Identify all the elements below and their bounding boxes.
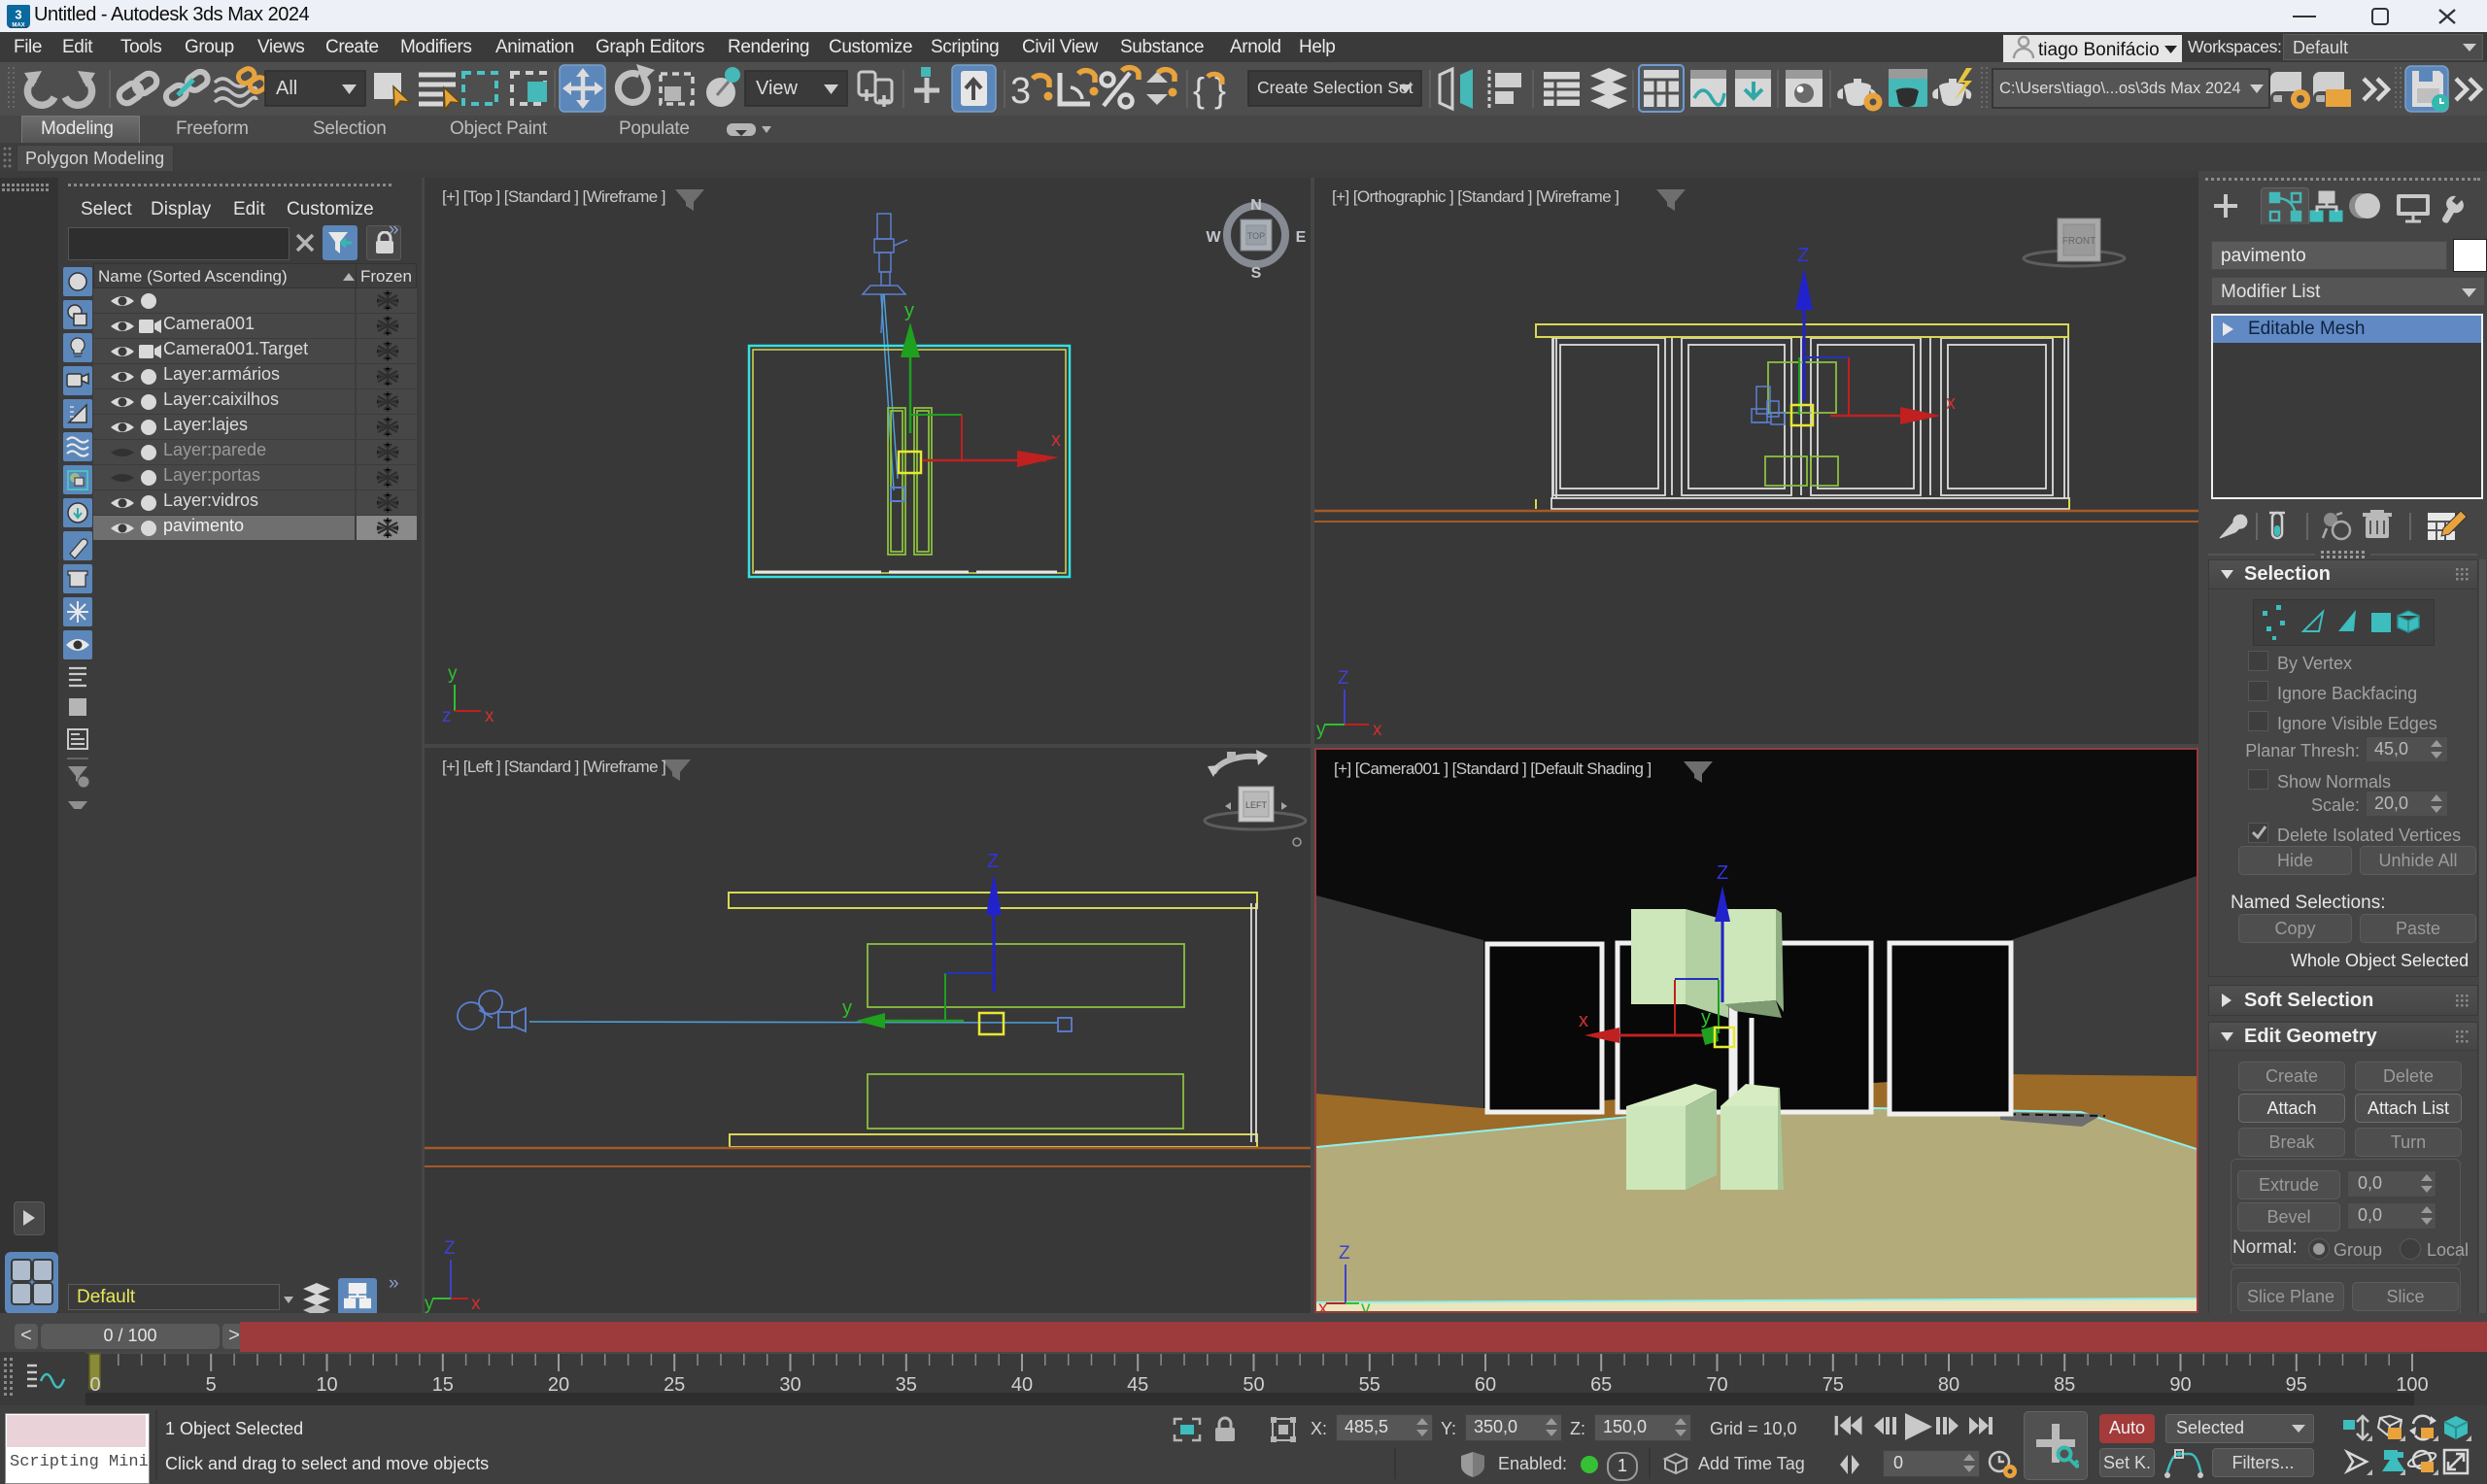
svg-text:N: N — [1250, 197, 1262, 214]
svg-text:x: x — [471, 1294, 481, 1313]
svg-text:x: x — [1051, 429, 1061, 451]
svg-text:C:\Users\tiago\...os\3ds Max 2: C:\Users\tiago\...os\3ds Max 2024 — [1999, 80, 2241, 97]
svg-text:y: y — [448, 663, 458, 684]
svg-text:y: y — [1361, 1298, 1371, 1311]
svg-text:x: x — [1318, 1298, 1328, 1311]
svg-text:Create Selection Set: Create Selection Set — [1257, 78, 1414, 97]
svg-text:Z: Z — [1339, 1243, 1350, 1264]
svg-text:x: x — [1579, 1010, 1588, 1031]
svg-text:x: x — [1946, 392, 1956, 414]
svg-text:Z: Z — [444, 1238, 456, 1259]
svg-text:y: y — [904, 300, 914, 321]
svg-text:y: y — [425, 1294, 434, 1313]
svg-text:Z: Z — [1797, 245, 1809, 266]
svg-text:{: { — [1193, 70, 1205, 110]
svg-text:y: y — [1316, 720, 1326, 740]
svg-text:All: All — [276, 78, 297, 99]
svg-text:View: View — [756, 78, 799, 99]
svg-text:x: x — [485, 706, 494, 726]
svg-text:Z: Z — [1338, 668, 1349, 689]
svg-text:y: y — [842, 997, 852, 1019]
svg-text:x: x — [1373, 720, 1382, 740]
svg-text:3: 3 — [15, 8, 21, 22]
svg-text:LEFT: LEFT — [1245, 800, 1268, 810]
svg-text:FRONT: FRONT — [2062, 236, 2095, 247]
svg-text:TOP: TOP — [1247, 231, 1265, 241]
svg-text:Z: Z — [987, 851, 999, 872]
svg-text:MAX: MAX — [12, 22, 24, 28]
svg-text:W: W — [1206, 229, 1221, 246]
svg-text:3: 3 — [1010, 71, 1031, 112]
svg-text:y: y — [1701, 1007, 1711, 1029]
svg-text:z: z — [442, 706, 452, 726]
svg-text:Z: Z — [1717, 862, 1728, 884]
svg-text:E: E — [1296, 229, 1307, 246]
svg-text:S: S — [1251, 265, 1262, 282]
